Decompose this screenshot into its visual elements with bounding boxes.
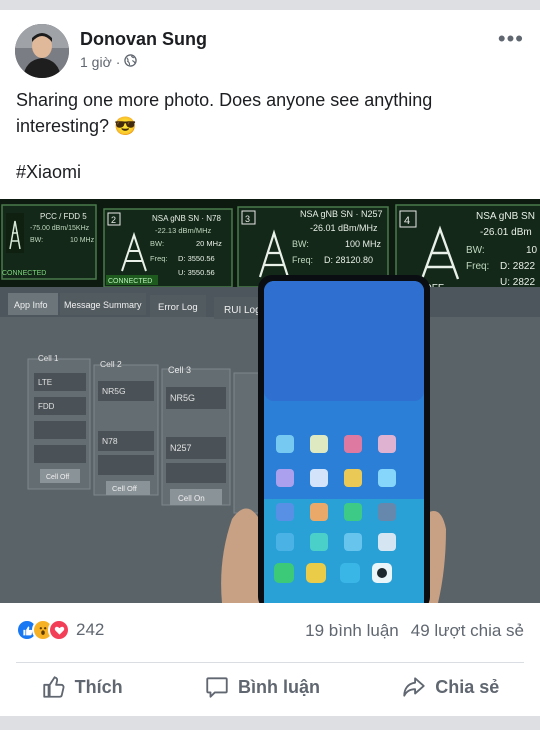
cell-column-3: Cell 3 NR5G N257 Cell On	[161, 365, 231, 506]
panel-3-header: NSA gNB SN · N257	[300, 209, 383, 219]
hashtag-link[interactable]: #Xiaomi	[16, 162, 81, 183]
post-card: Donovan Sung 1 giờ · ••• Sharing one mor…	[0, 10, 540, 716]
panel-2-header: NSA gNB SN · N78	[152, 214, 221, 223]
comment-count[interactable]: 19 bình luận	[305, 621, 399, 641]
panel-4-bw-label: BW:	[466, 245, 485, 256]
like-button[interactable]: Thích	[41, 674, 123, 700]
panel-1-bw-label: BW:	[30, 237, 43, 244]
thumbs-up-icon	[41, 674, 67, 700]
love-icon	[48, 619, 70, 641]
cell-1-name: Cell 1	[38, 354, 59, 363]
cell-2-name: Cell 2	[100, 359, 122, 369]
share-icon	[401, 674, 427, 700]
comment-button[interactable]: Bình luận	[204, 674, 320, 700]
actions-divider	[16, 662, 524, 663]
author-name[interactable]: Donovan Sung	[80, 29, 207, 50]
post-actions: Thích Bình luận Chia sẻ	[0, 666, 540, 708]
panel-2-index: 2	[111, 215, 116, 225]
panel-3-bw-label: BW:	[292, 239, 309, 249]
cell-1-button: Cell Off	[46, 474, 69, 481]
post-text: Sharing one more photo. Does anyone see …	[16, 90, 433, 136]
cell-1-opt1: LTE	[38, 378, 52, 387]
cell-1-opt2: FDD	[38, 402, 55, 411]
panel-2-bw-label: BW:	[150, 239, 164, 248]
panel-4-freq-d: D: 2822	[500, 261, 535, 272]
panel-4-bw: 10	[526, 245, 538, 256]
share-count[interactable]: 49 lượt chia sẻ	[411, 621, 524, 641]
cell-3-opt2: N257	[170, 443, 192, 453]
cell-3-button: Cell On	[178, 494, 205, 503]
share-label: Chia sẻ	[435, 676, 500, 697]
tab-message-summary: Message Summary	[64, 300, 142, 310]
tab-app-info: App Info	[14, 300, 48, 310]
cell-3-opt1: NR5G	[170, 393, 195, 403]
feed-gap-top	[0, 0, 540, 10]
reaction-count: 242	[76, 620, 105, 639]
avatar[interactable]	[15, 24, 69, 78]
panel-2-freq-d: D: 3550.56	[178, 254, 215, 263]
engagement-stats: 19 bình luận 49 lượt chia sẻ	[305, 621, 524, 641]
panel-4-index: 4	[404, 215, 410, 227]
panel-3-freq-d: D: 28120.80	[324, 255, 373, 265]
panel-4-power: -26.01 dBm	[480, 227, 532, 238]
tab-rui-log: RUI Log	[224, 305, 261, 316]
cell-3-name: Cell 3	[168, 365, 191, 375]
panel-1-power: -75.00 dBm/15KHz	[30, 225, 90, 232]
panel-4-freq-u: U: 2822	[500, 277, 535, 288]
signal-panel-2: 2 NSA gNB SN · N78 -22.13 dBm/MHz BW: 20…	[103, 208, 233, 288]
signal-panel-1: PCC / FDD 5 -75.00 dBm/15KHz BW: 10 MHz …	[1, 204, 97, 280]
post-meta: 1 giờ ·	[80, 54, 138, 70]
panel-2-freq-label: Freq:	[150, 254, 168, 263]
panel-2-status: CONNECTED	[108, 278, 152, 285]
tab-error-log: Error Log	[158, 302, 198, 313]
panel-4-header: NSA gNB SN	[476, 211, 535, 222]
comment-icon	[204, 674, 230, 700]
cell-2-opt1: NR5G	[102, 386, 126, 396]
share-button[interactable]: Chia sẻ	[401, 674, 499, 700]
like-label: Thích	[74, 676, 123, 697]
avatar-image	[15, 24, 69, 78]
panel-3-freq-label: Freq:	[292, 255, 313, 265]
reactions-summary[interactable]: 242	[16, 619, 104, 641]
panel-1-bw: 10 MHz	[70, 237, 95, 244]
cell-column-1: Cell 1 LTE FDD Cell Off	[27, 354, 91, 490]
post-time[interactable]: 1 giờ	[80, 54, 112, 70]
panel-2-bw: 20 MHz	[196, 239, 222, 248]
panel-4-freq-label: Freq:	[466, 261, 489, 272]
feed-gap-bottom	[0, 716, 540, 730]
panel-1-status: CONNECTED	[2, 270, 46, 277]
panel-1-header: PCC / FDD 5	[40, 212, 87, 221]
globe-icon	[124, 54, 138, 70]
cell-2-button: Cell Off	[112, 484, 138, 493]
cell-2-opt2: N78	[102, 436, 118, 446]
comment-label: Bình luận	[237, 676, 320, 697]
more-options-icon[interactable]: •••	[498, 28, 524, 50]
phone-in-hand	[258, 275, 430, 603]
cell-column-2: Cell 2 NR5G N78 Cell Off	[93, 359, 159, 496]
panel-2-freq-u: U: 3550.56	[178, 268, 215, 277]
panel-2-power: -22.13 dBm/MHz	[155, 226, 212, 235]
meta-separator: ·	[115, 54, 121, 70]
post-photo[interactable]: PCC / FDD 5 -75.00 dBm/15KHz BW: 10 MHz …	[0, 199, 540, 603]
panel-3-bw: 100 MHz	[345, 239, 382, 249]
panel-3-index: 3	[245, 214, 250, 224]
panel-3-power: -26.01 dBm/MHz	[310, 223, 378, 233]
